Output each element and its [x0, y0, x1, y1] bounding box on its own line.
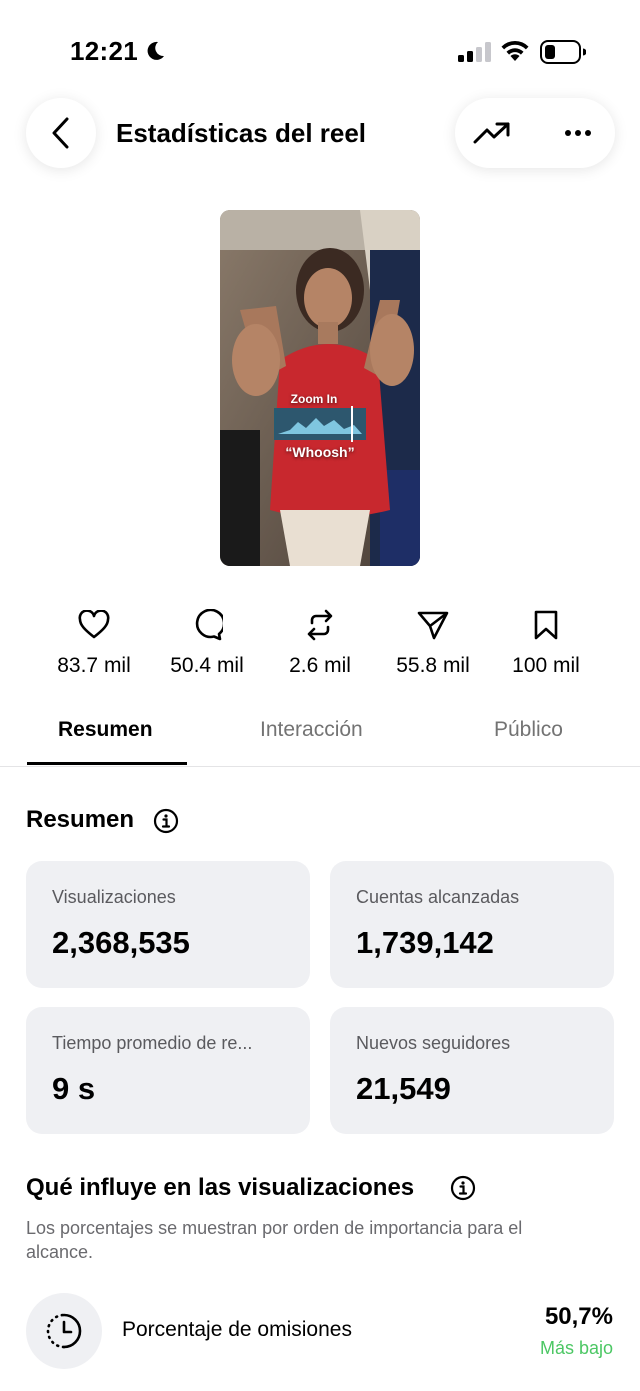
- battery-icon: [540, 40, 586, 64]
- influence-title: Qué influye en las visualizaciones: [26, 1174, 415, 1201]
- shares-count: 55.8 mil: [396, 654, 470, 677]
- skip-rate-icon-wrap: [26, 1293, 102, 1369]
- signal-icon: [458, 42, 491, 62]
- avg-watch-time-value: 9 s: [52, 1071, 96, 1106]
- active-tab-indicator: [27, 762, 187, 765]
- accounts-reached-card[interactable]: Cuentas alcanzadas 1,739,142: [330, 861, 614, 988]
- avg-watch-time-card[interactable]: Tiempo promedio de re... 9 s: [26, 1007, 310, 1134]
- page-title: Estadísticas del reel: [116, 118, 367, 148]
- header: Estadísticas del reel: [0, 98, 640, 170]
- wifi-icon: [501, 40, 529, 61]
- trend-button[interactable]: [471, 116, 513, 150]
- skip-rate-label: Porcentaje de omisiones: [122, 1318, 352, 1341]
- share-icon: [417, 611, 449, 640]
- likes-stat[interactable]: 83.7 mil: [34, 608, 154, 678]
- new-followers-card[interactable]: Nuevos seguidores 21,549: [330, 1007, 614, 1134]
- trending-up-icon: [473, 122, 510, 144]
- reel-thumbnail[interactable]: Zoom In “Whoosh”: [220, 210, 420, 566]
- skip-rate-note: Más bajo: [539, 1338, 613, 1358]
- reposts-count: 2.6 mil: [289, 654, 351, 677]
- tab-interaccion[interactable]: Interacción: [260, 718, 363, 742]
- new-followers-value: 21,549: [356, 1071, 451, 1106]
- comments-stat[interactable]: 50.4 mil: [147, 608, 267, 678]
- repost-icon: [307, 609, 333, 641]
- accounts-reached-value: 1,739,142: [356, 925, 494, 960]
- header-actions: [455, 98, 615, 168]
- moon-icon: [147, 41, 164, 60]
- likes-count: 83.7 mil: [57, 654, 131, 677]
- reel-overlay-bottom: “Whoosh”: [285, 444, 355, 460]
- chevron-left-icon: [52, 117, 69, 149]
- tab-bar: Resumen Interacción Público: [0, 712, 640, 767]
- influence-info-icon[interactable]: [450, 1175, 476, 1201]
- reposts-stat[interactable]: 2.6 mil: [260, 608, 380, 678]
- clock-icon: [46, 1313, 82, 1349]
- comment-icon: [195, 609, 223, 641]
- saves-stat[interactable]: 100 mil: [486, 608, 606, 678]
- more-options-button[interactable]: [557, 116, 599, 150]
- saves-count: 100 mil: [512, 654, 580, 677]
- shares-stat[interactable]: 55.8 mil: [373, 608, 493, 678]
- tab-resumen[interactable]: Resumen: [58, 718, 153, 742]
- comments-count: 50.4 mil: [170, 654, 244, 677]
- summary-title: Resumen: [26, 806, 135, 833]
- reel-overlay-top: Zoom In: [290, 392, 338, 406]
- accounts-reached-label: Cuentas alcanzadas: [356, 887, 520, 907]
- views-card[interactable]: Visualizaciones 2,368,535: [26, 861, 310, 988]
- influence-description: Los porcentajes se muestran por orden de…: [26, 1218, 523, 1262]
- status-time: 12:21: [70, 36, 138, 66]
- new-followers-label: Nuevos seguidores: [356, 1033, 511, 1053]
- reel-thumbnail-image: [220, 210, 420, 566]
- avg-watch-time-label: Tiempo promedio de re...: [52, 1033, 253, 1053]
- summary-info-icon[interactable]: [153, 808, 179, 834]
- back-button[interactable]: [26, 98, 96, 168]
- views-label: Visualizaciones: [52, 887, 176, 907]
- heart-icon: [78, 610, 110, 639]
- skip-rate-value: 50,7%: [544, 1303, 613, 1330]
- engagement-stats: 83.7 mil 50.4 mil 2.6 mil 55.8 mil 100 m…: [0, 608, 640, 688]
- more-icon: [565, 130, 591, 136]
- bookmark-icon: [534, 610, 558, 640]
- views-value: 2,368,535: [52, 925, 190, 960]
- status-bar: 12:21: [0, 0, 640, 100]
- tab-publico[interactable]: Público: [494, 718, 563, 742]
